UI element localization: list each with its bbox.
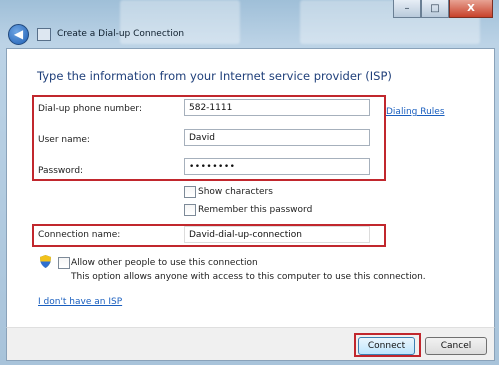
no-isp-link[interactable]: I don't have an ISP xyxy=(38,297,122,307)
connect-button[interactable]: Connect xyxy=(358,337,415,355)
username-label: User name: xyxy=(38,135,90,145)
minimize-icon: – xyxy=(404,3,410,14)
dialing-rules-link[interactable]: Dialing Rules xyxy=(386,107,445,117)
window-controls: – □ X xyxy=(393,0,493,18)
close-icon: X xyxy=(467,3,475,14)
window-title: Create a Dial-up Connection xyxy=(57,29,185,39)
allow-others-description: This option allows anyone with access to… xyxy=(71,272,426,282)
show-characters-checkbox[interactable] xyxy=(184,186,196,198)
uac-shield-icon xyxy=(40,255,51,268)
remember-password-label[interactable]: Remember this password xyxy=(198,205,312,215)
wizard-header: ◀ Create a Dial-up Connection xyxy=(4,20,494,48)
wizard-footer: Connect Cancel xyxy=(6,327,495,361)
wizard-content: Type the information from your Internet … xyxy=(6,48,495,329)
phone-input[interactable]: 582-1111 xyxy=(184,99,370,116)
password-input[interactable]: •••••••• xyxy=(184,158,370,175)
page-heading: Type the information from your Internet … xyxy=(37,69,392,83)
remember-password-checkbox[interactable] xyxy=(184,204,196,216)
allow-others-label[interactable]: Allow other people to use this connectio… xyxy=(71,258,258,268)
cancel-button[interactable]: Cancel xyxy=(425,337,487,355)
connection-name-label: Connection name: xyxy=(38,230,121,240)
maximize-button[interactable]: □ xyxy=(421,0,449,18)
minimize-button[interactable]: – xyxy=(393,0,421,18)
allow-others-checkbox[interactable] xyxy=(58,257,70,269)
username-input[interactable]: David xyxy=(184,129,370,146)
back-button[interactable]: ◀ xyxy=(8,23,29,45)
close-button[interactable]: X xyxy=(449,0,493,18)
back-arrow-icon: ◀ xyxy=(13,27,24,41)
show-characters-label[interactable]: Show characters xyxy=(198,187,273,197)
maximize-icon: □ xyxy=(430,3,440,14)
phone-label: Dial-up phone number: xyxy=(38,104,142,114)
dialup-window-icon xyxy=(37,27,51,41)
connection-name-input[interactable]: David-dial-up-connection xyxy=(184,226,370,243)
password-label: Password: xyxy=(38,166,84,176)
